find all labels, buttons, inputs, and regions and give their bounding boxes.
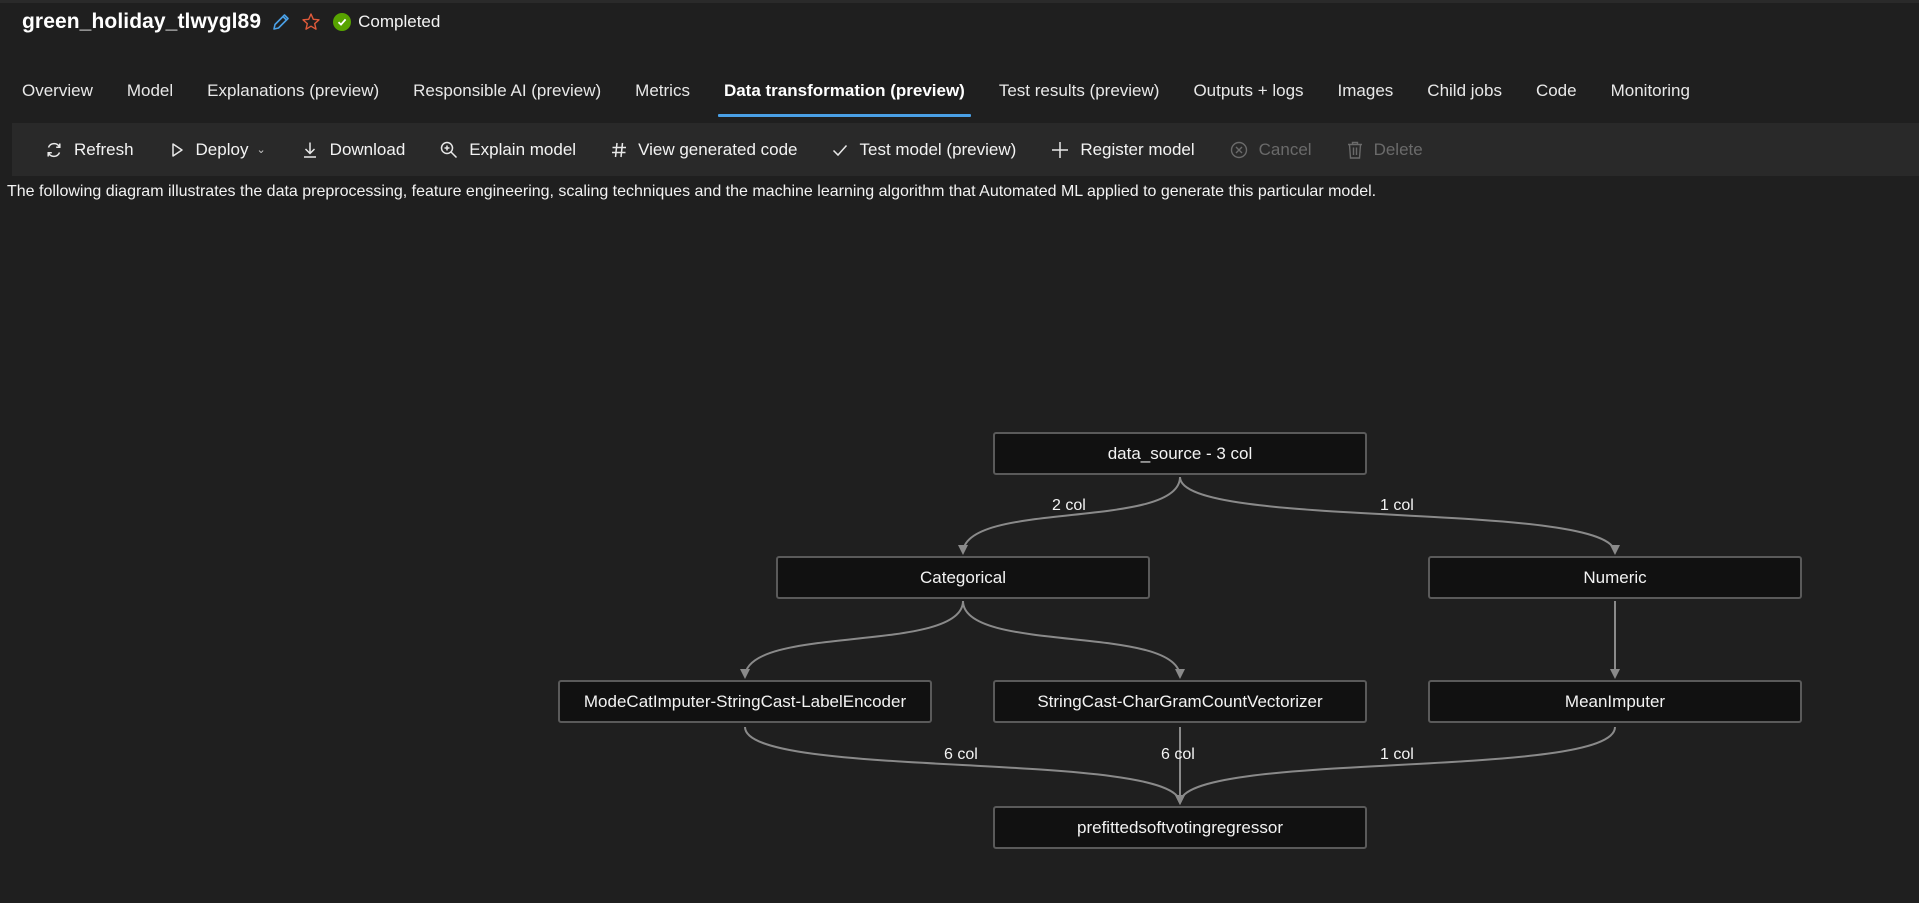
edge-label-source-numeric: 1 col [1380,497,1414,514]
edge-label-mean-model: 1 col [1380,746,1414,763]
node-mode-cat-imputer[interactable]: ModeCatImputer-StringCast-LabelEncoder [558,680,932,723]
transformation-diagram: data_source - 3 col Categorical Numeric … [0,0,1919,903]
node-mean-imputer[interactable]: MeanImputer [1428,680,1802,723]
edge-source-categorical [958,476,1181,555]
edge-categorical-mode [740,600,964,679]
edge-source-numeric [1179,476,1620,555]
node-categorical[interactable]: Categorical [776,556,1150,599]
node-numeric[interactable]: Numeric [1428,556,1802,599]
edge-label-mode-model: 6 col [944,746,978,763]
edge-mode-model [744,726,1185,805]
edge-label-source-categorical: 2 col [1052,497,1086,514]
node-chargram-vectorizer[interactable]: StringCast-CharGramCountVectorizer [993,680,1367,723]
edge-categorical-chargram [962,600,1185,679]
node-data-source[interactable]: data_source - 3 col [993,432,1367,475]
node-model[interactable]: prefittedsoftvotingregressor [993,806,1367,849]
edge-label-chargram-model: 6 col [1161,746,1195,763]
edge-mean-model [1175,726,1616,805]
diagram-edges [740,476,1620,805]
